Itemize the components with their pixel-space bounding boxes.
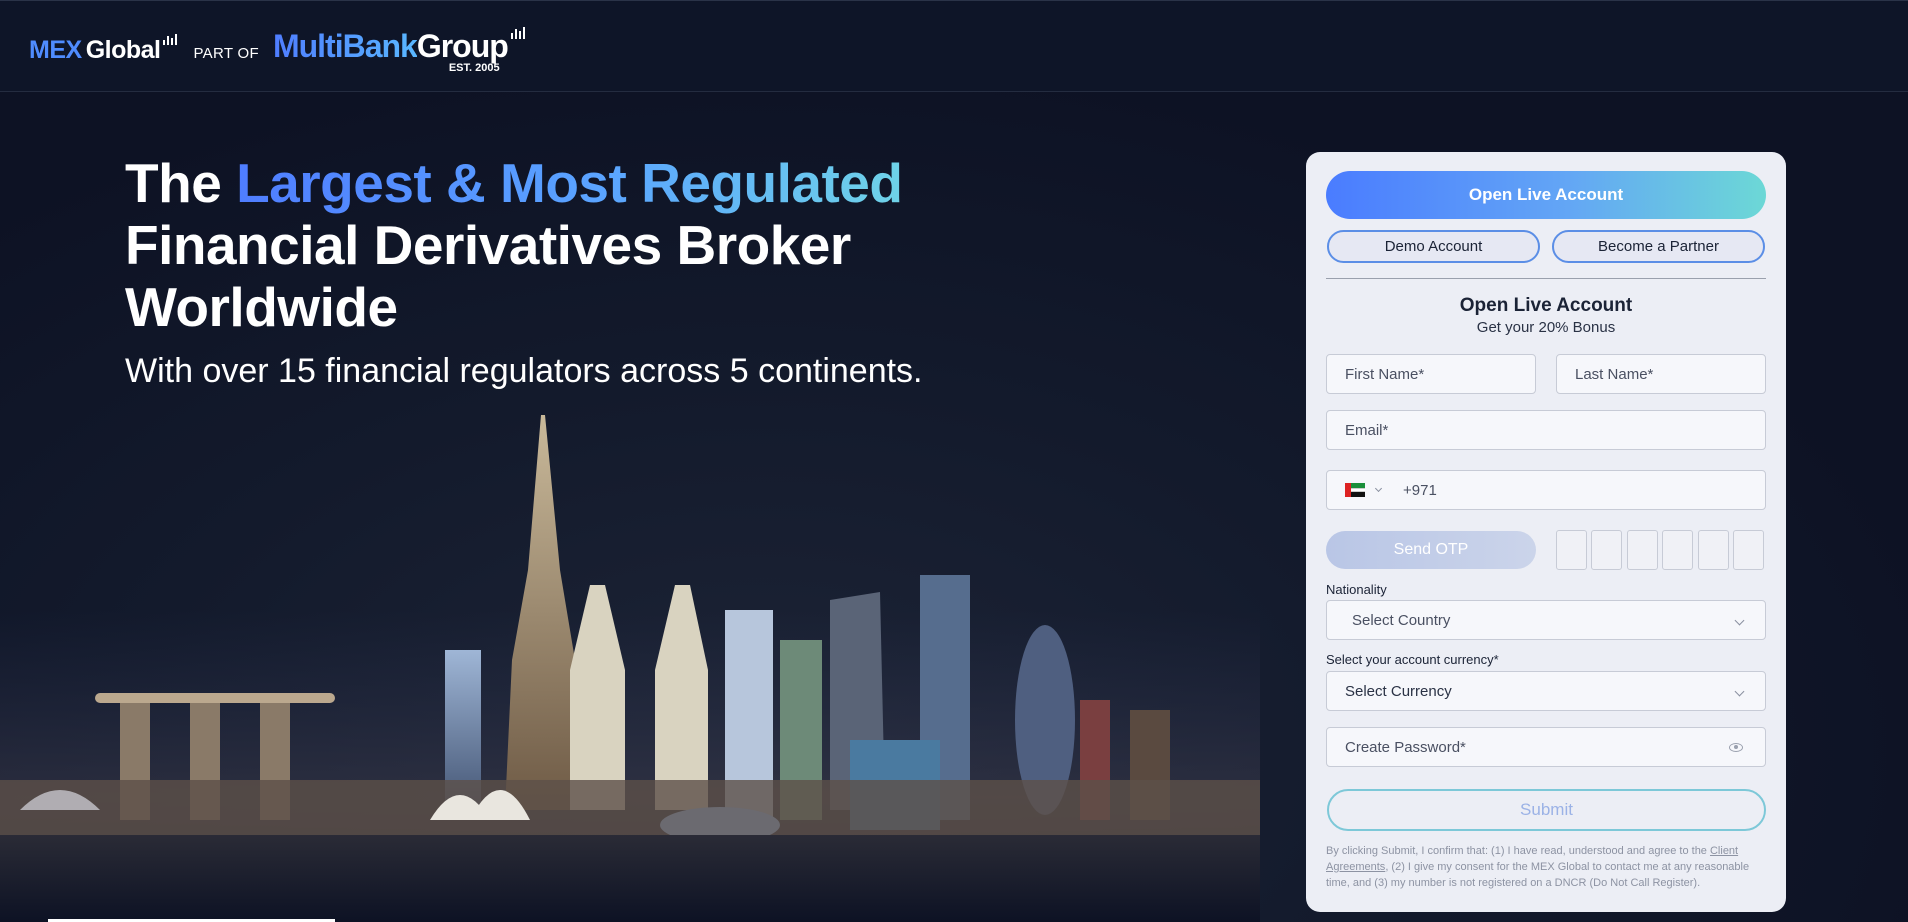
phone-input[interactable]: +971 [1326, 470, 1766, 510]
headline-line-3: Worldwide [125, 276, 398, 338]
signal-bars-icon [510, 27, 525, 39]
nationality-label: Nationality [1326, 582, 1387, 597]
chevron-down-icon [1734, 686, 1745, 696]
otp-digit-5[interactable] [1698, 530, 1729, 570]
city-skyline-image [0, 415, 1260, 922]
multibank-group-logo: MultiBank Group EST. 2005 [259, 27, 525, 74]
hero-headline: The Largest & Most Regulated Financial D… [125, 152, 1025, 338]
site-header: MEX Global PART OF MultiBank Group EST. 2… [0, 0, 1908, 92]
otp-digit-1[interactable] [1556, 530, 1587, 570]
become-partner-button[interactable]: Become a Partner [1552, 230, 1765, 263]
chevron-down-icon[interactable] [1374, 484, 1383, 492]
form-title: Open Live Account [1459, 295, 1633, 316]
mex-global-logo[interactable]: MEX Global PART OF MultiBank Group EST. 2… [29, 25, 525, 74]
chevron-down-icon [1734, 615, 1745, 625]
logo-est-text: EST. 2005 [448, 62, 500, 74]
signup-form-panel: Open Live Account Demo Account Become a … [1306, 152, 1786, 912]
uae-flag-icon [1345, 483, 1365, 497]
headline-line-1: The Largest & Most Regulated [125, 152, 903, 214]
logo-multibank-text: MultiBank [272, 28, 418, 64]
password-placeholder: Create Password* [1345, 738, 1466, 756]
otp-digit-6[interactable] [1733, 530, 1764, 570]
otp-digit-3[interactable] [1627, 530, 1658, 570]
nationality-value: Select Country [1352, 611, 1451, 629]
currency-select[interactable]: Select Currency [1326, 671, 1766, 711]
phone-code: +971 [1403, 481, 1437, 499]
logo-global-text: Global [85, 36, 161, 64]
submit-button[interactable]: Submit [1327, 789, 1766, 831]
signal-bars-icon [163, 34, 178, 45]
nationality-select[interactable]: Select Country [1326, 600, 1766, 640]
send-otp-button[interactable]: Send OTP [1326, 531, 1536, 569]
eye-icon[interactable] [1729, 742, 1743, 752]
divider [1326, 278, 1766, 279]
otp-digit-4[interactable] [1662, 530, 1693, 570]
open-live-account-button[interactable]: Open Live Account [1326, 171, 1766, 219]
demo-account-button[interactable]: Demo Account [1327, 230, 1540, 263]
currency-value: Select Currency [1345, 682, 1452, 700]
logo-group-text: Group EST. 2005 [416, 28, 509, 74]
first-name-input[interactable]: First Name* [1326, 354, 1536, 394]
last-name-input[interactable]: Last Name* [1556, 354, 1766, 394]
hero-subheadline: With over 15 financial regulators across… [125, 352, 923, 390]
password-input[interactable]: Create Password* [1326, 727, 1766, 767]
currency-label: Select your account currency* [1326, 652, 1499, 667]
headline-highlight: Largest & Most Regulated [236, 152, 903, 214]
otp-digit-2[interactable] [1591, 530, 1622, 570]
logo-mex-text: MEX [29, 36, 82, 64]
legal-disclaimer: By clicking Submit, I confirm that: (1) … [1326, 845, 1750, 889]
form-subtitle: Get your 20% Bonus [1476, 319, 1616, 336]
email-input[interactable]: Email* [1326, 410, 1766, 450]
headline-line-2: Financial Derivatives Broker [125, 214, 851, 276]
logo-part-of-text: PART OF [193, 45, 259, 62]
